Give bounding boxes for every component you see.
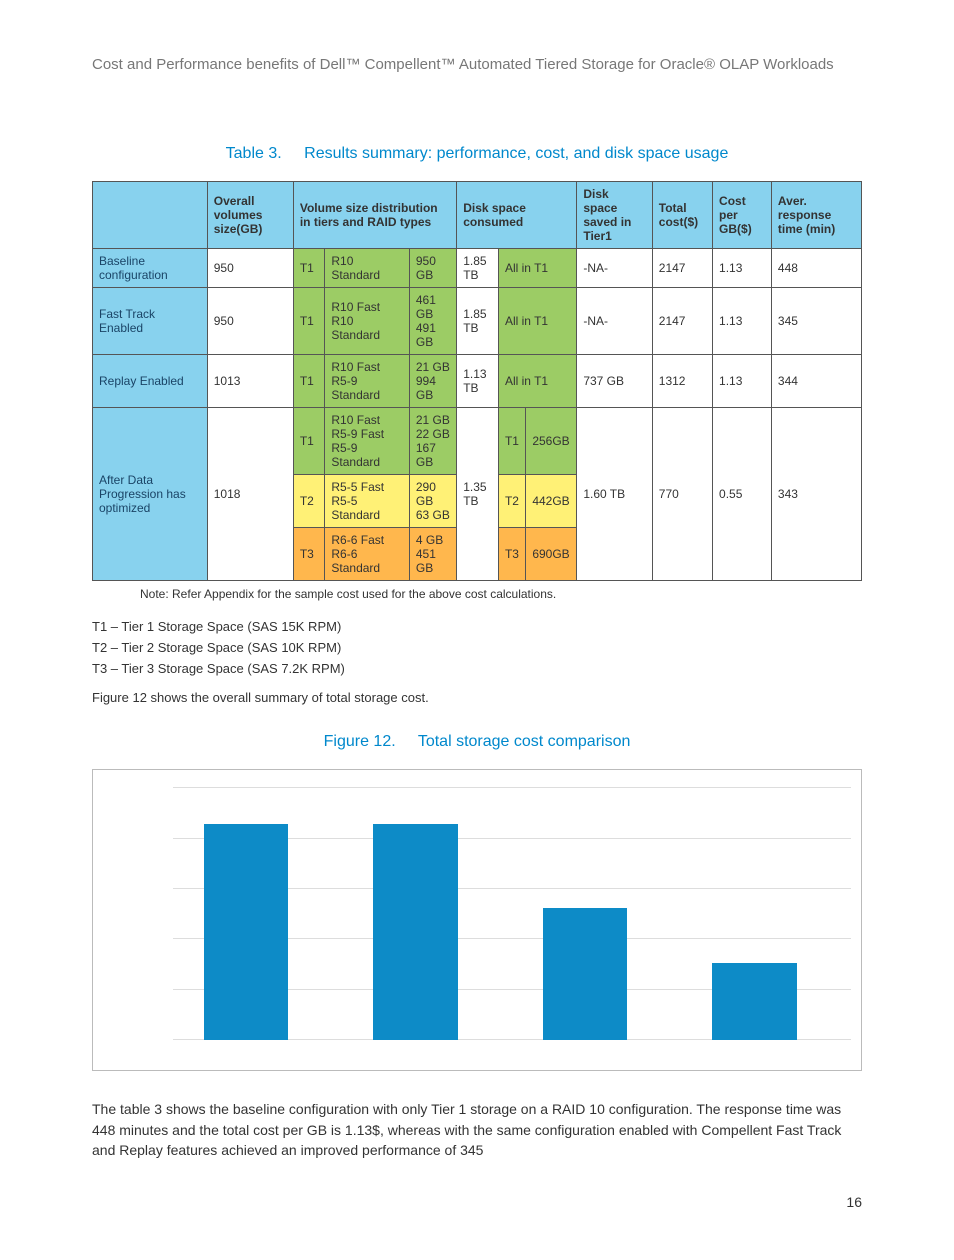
cell: 448 [771, 249, 861, 288]
cell: 2147 [652, 288, 712, 355]
col-consumed: Disk space consumed [457, 182, 577, 249]
cell: All in T1 [498, 355, 576, 408]
cell: 1.13 [713, 288, 772, 355]
tier-cell: T2 [498, 475, 525, 528]
figure-title: Total storage cost comparison [418, 733, 631, 750]
cell: 770 [652, 408, 712, 581]
cell: All in T1 [498, 249, 576, 288]
table-title: Results summary: performance, cost, and … [304, 145, 728, 162]
cell: -NA- [577, 288, 652, 355]
row-label: Replay Enabled [93, 355, 208, 408]
tier-cell: T1 [498, 408, 525, 475]
tier-cell: T1 [293, 408, 325, 475]
figure-caption: Figure 12. Total storage cost comparison [92, 733, 862, 751]
row-label: Fast Track Enabled [93, 288, 208, 355]
table-header-row: Overall volumes size(GB) Volume size dis… [93, 182, 862, 249]
raid-cell: R5-5 Fast R5-5 Standard [325, 475, 409, 528]
cell: 343 [771, 408, 861, 581]
raid-cell: R10 Standard [325, 249, 409, 288]
summary-line: Figure 12 shows the overall summary of t… [92, 690, 862, 705]
bar-3 [712, 963, 797, 1041]
col-cost: Total cost($) [652, 182, 712, 249]
tier-cell: T3 [293, 528, 325, 581]
raid-cell: R10 Fast R5-9 Standard [325, 355, 409, 408]
results-table: Overall volumes size(GB) Volume size dis… [92, 181, 862, 581]
plot-area [173, 788, 851, 1040]
tier-cell: T3 [498, 528, 525, 581]
legend-t1: T1 – Tier 1 Storage Space (SAS 15K RPM) [92, 619, 862, 634]
cell: 1018 [207, 408, 293, 581]
cell: 442GB [526, 475, 577, 528]
body-paragraph: The table 3 shows the baseline configura… [92, 1099, 862, 1160]
raid-cell: R10 Fast R5-9 Fast R5-9 Standard [325, 408, 409, 475]
grid-line [173, 787, 851, 788]
tier-cell: T1 [293, 355, 325, 408]
cell: 737 GB [577, 355, 652, 408]
col-blank [93, 182, 208, 249]
cost-bar-chart [92, 769, 862, 1071]
row-label: After Data Progression has optimized [93, 408, 208, 581]
tier-cell: T2 [293, 475, 325, 528]
cell: 0.55 [713, 408, 772, 581]
cell: 1.13 [713, 249, 772, 288]
figure-number: Figure 12. [324, 733, 396, 750]
table-row: After Data Progression has optimized 101… [93, 408, 862, 475]
legend-t3: T3 – Tier 3 Storage Space (SAS 7.2K RPM) [92, 661, 862, 676]
cell: 950 [207, 249, 293, 288]
size-cell: 950 GB [409, 249, 456, 288]
raid-cell: R10 Fast R10 Standard [325, 288, 409, 355]
cell: 1.85 TB [457, 249, 499, 288]
table-row: Baseline configuration 950 T1 R10 Standa… [93, 249, 862, 288]
col-cpg: Cost per GB($) [713, 182, 772, 249]
cell: 1.13 [713, 355, 772, 408]
row-label: Baseline configuration [93, 249, 208, 288]
size-cell: 4 GB 451 GB [409, 528, 456, 581]
tier-cell: T1 [293, 288, 325, 355]
cell: 1013 [207, 355, 293, 408]
table-row: Replay Enabled 1013 T1 R10 Fast R5-9 Sta… [93, 355, 862, 408]
cell: 1312 [652, 355, 712, 408]
legend-t2: T2 – Tier 2 Storage Space (SAS 10K RPM) [92, 640, 862, 655]
size-cell: 461 GB 491 GB [409, 288, 456, 355]
cell: 344 [771, 355, 861, 408]
bar-0 [204, 824, 289, 1040]
size-cell: 21 GB 22 GB 167 GB [409, 408, 456, 475]
table-number: Table 3. [226, 145, 282, 162]
raid-cell: R6-6 Fast R6-6 Standard [325, 528, 409, 581]
size-cell: 290 GB 63 GB [409, 475, 456, 528]
col-resp: Aver. response time (min) [771, 182, 861, 249]
col-saved: Disk space saved in Tier1 [577, 182, 652, 249]
doc-header: Cost and Performance benefits of Dell™ C… [92, 55, 862, 75]
col-dist: Volume size distribution in tiers and RA… [293, 182, 456, 249]
table-note: Note: Refer Appendix for the sample cost… [140, 587, 862, 601]
cell: 690GB [526, 528, 577, 581]
cell: All in T1 [498, 288, 576, 355]
cell: 950 [207, 288, 293, 355]
cell: 345 [771, 288, 861, 355]
cell: 2147 [652, 249, 712, 288]
cell: 256GB [526, 408, 577, 475]
cell: -NA- [577, 249, 652, 288]
cell: 1.35 TB [457, 408, 499, 581]
table-row: Fast Track Enabled 950 T1 R10 Fast R10 S… [93, 288, 862, 355]
cell: 1.85 TB [457, 288, 499, 355]
bar-2 [543, 908, 628, 1040]
cell: 1.13 TB [457, 355, 499, 408]
bar-1 [373, 824, 458, 1040]
table-caption: Table 3. Results summary: performance, c… [92, 145, 862, 163]
col-overall: Overall volumes size(GB) [207, 182, 293, 249]
page-number: 16 [92, 1194, 862, 1210]
size-cell: 21 GB 994 GB [409, 355, 456, 408]
cell: 1.60 TB [577, 408, 652, 581]
tier-cell: T1 [293, 249, 325, 288]
